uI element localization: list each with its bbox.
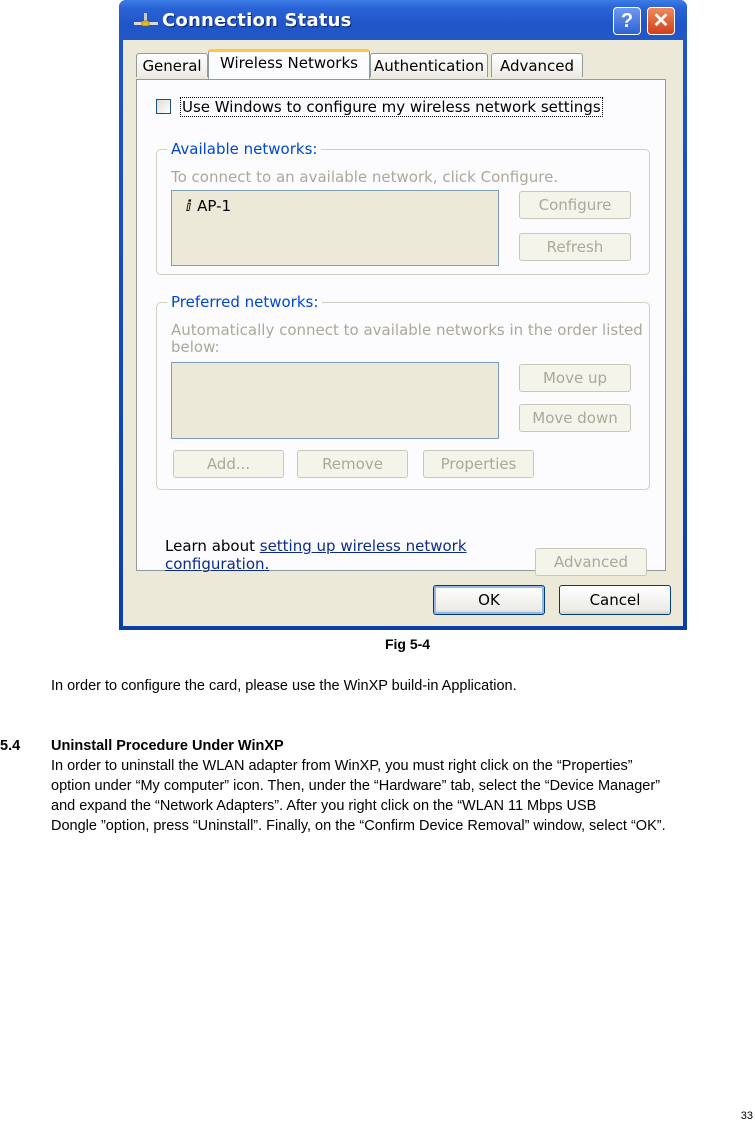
add-button[interactable]: Add... (173, 450, 284, 478)
available-networks-group: Available networks: To connect to an ava… (156, 140, 650, 275)
configure-button[interactable]: Configure (519, 191, 631, 219)
preferred-hint-line-1: Automatically connect to available netwo… (171, 321, 643, 339)
ok-button[interactable]: OK (433, 585, 545, 615)
available-networks-title: Available networks: (167, 140, 322, 158)
page-number: 33 (740, 1110, 753, 1122)
close-icon: ✕ (652, 10, 670, 32)
body-line-2: option under “My computer” icon. Then, u… (51, 778, 661, 794)
cancel-button[interactable]: Cancel (559, 585, 671, 615)
dialog-client-area: General Wireless Networks Authentication… (123, 40, 683, 626)
move-up-button[interactable]: Move up (519, 364, 631, 392)
tab-general[interactable]: General (136, 53, 208, 77)
intro-paragraph: In order to configure the card, please u… (51, 678, 517, 694)
connection-status-dialog: Connection Status ? ✕ General Wireless N… (119, 0, 687, 630)
figure-caption: Fig 5-4 (384, 636, 431, 652)
network-list-item[interactable]: ⅈ AP-1 (186, 197, 231, 215)
antenna-icon: ⅈ (186, 197, 192, 215)
title-bar[interactable]: Connection Status ? ✕ (119, 0, 687, 40)
dialog-title: Connection Status (162, 10, 352, 31)
tab-authentication[interactable]: Authentication (370, 53, 488, 77)
remove-button[interactable]: Remove (297, 450, 408, 478)
use-windows-checkbox[interactable] (156, 99, 171, 114)
learn-about-prefix: Learn about (165, 537, 260, 555)
advanced-button[interactable]: Advanced (535, 548, 647, 576)
help-button[interactable]: ? (613, 7, 641, 35)
preferred-networks-title: Preferred networks: (167, 293, 323, 311)
learn-about-text: Learn about setting up wireless network … (165, 537, 485, 573)
available-networks-hint: To connect to an available network, clic… (171, 168, 559, 186)
move-down-button[interactable]: Move down (519, 404, 631, 432)
available-networks-list[interactable]: ⅈ AP-1 (171, 190, 499, 266)
preferred-networks-group: Preferred networks: Automatically connec… (156, 293, 650, 490)
properties-button[interactable]: Properties (423, 450, 534, 478)
network-connection-icon (134, 13, 158, 27)
section-number: 5.4 (0, 738, 21, 754)
body-line-1: In order to uninstall the WLAN adapter f… (51, 758, 633, 774)
body-line-4: Dongle ”option, press “Uninstall”. Final… (51, 818, 666, 834)
section-title: Uninstall Procedure Under WinXP (51, 738, 284, 754)
preferred-hint-line-2: below: (171, 338, 220, 356)
tab-wireless-networks[interactable]: Wireless Networks (208, 49, 370, 79)
preferred-networks-list[interactable] (171, 362, 499, 439)
use-windows-label[interactable]: Use Windows to configure my wireless net… (180, 97, 603, 117)
wireless-networks-panel: Use Windows to configure my wireless net… (136, 79, 666, 576)
network-name: AP-1 (197, 197, 232, 215)
body-line-3: and expand the “Network Adapters”. After… (51, 798, 597, 814)
tab-advanced[interactable]: Advanced (491, 53, 583, 77)
refresh-button[interactable]: Refresh (519, 233, 631, 261)
close-button[interactable]: ✕ (647, 7, 675, 35)
